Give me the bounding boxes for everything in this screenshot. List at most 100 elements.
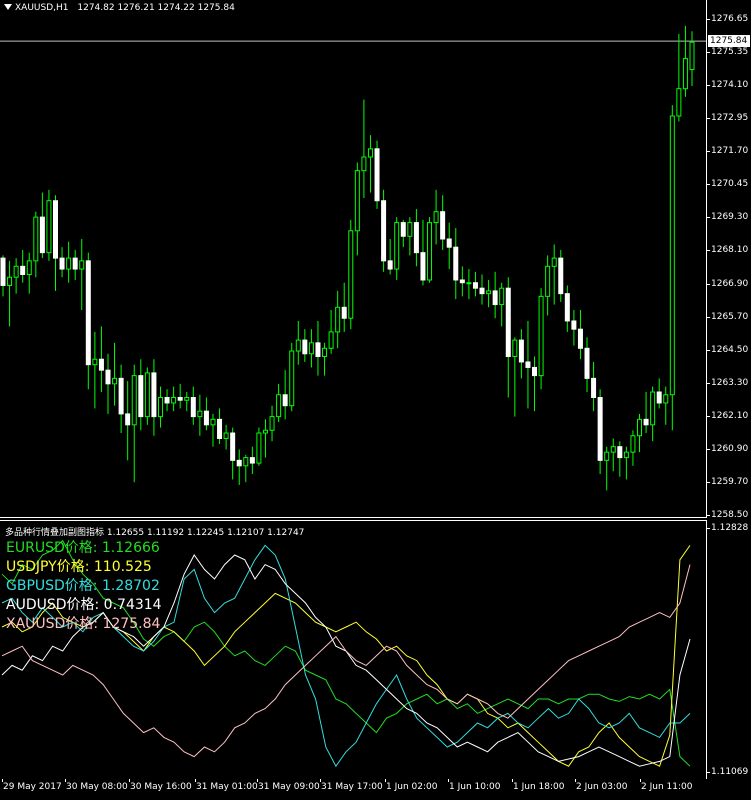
candle-body [7, 276, 13, 286]
candle-body [584, 347, 590, 379]
time-axis-label: 31 May 17:00 [321, 782, 383, 792]
candle-body [131, 375, 137, 426]
axis-tick [707, 316, 710, 318]
candle-body [341, 306, 347, 319]
axis-tick [707, 250, 710, 252]
candle-body [512, 339, 518, 357]
candle [479, 274, 485, 305]
indicator-axis-top: 1.12828 [711, 523, 749, 533]
candle [302, 329, 308, 362]
candle [499, 282, 505, 327]
indicator-axis-bottom: 1.11069 [711, 767, 749, 777]
candle-body [643, 418, 649, 426]
overlay-indicator-window[interactable]: 多品种行情叠加副图指标 1.12655 1.11192 1.12245 1.12… [0, 520, 707, 779]
price-axis-label: 1263.30 [711, 377, 749, 388]
candle [341, 282, 347, 332]
candle-body [236, 459, 242, 467]
candle-body [656, 391, 662, 404]
candle [236, 449, 242, 485]
candle-body [669, 115, 675, 396]
price-axis-label: 1275.35 [711, 47, 749, 58]
candle [604, 446, 610, 491]
candle-body [387, 260, 393, 270]
candle [472, 271, 478, 297]
candle [381, 189, 387, 272]
candle-body [617, 446, 623, 459]
axis-tick [707, 772, 710, 773]
candle [118, 364, 124, 434]
time-axis-label: 30 May 08:00 [66, 782, 128, 792]
candle [0, 255, 6, 297]
candle-body [315, 342, 321, 357]
candle [223, 424, 229, 450]
candle-body [249, 457, 255, 464]
candle-body [308, 342, 314, 355]
candle-body [210, 418, 216, 426]
candle [591, 361, 597, 412]
price-axis-label: 1259.70 [711, 476, 749, 487]
candle [46, 189, 52, 261]
candle [420, 219, 426, 286]
price-axis-label: 1265.70 [711, 311, 749, 322]
candle-body [499, 287, 505, 306]
candle-body [558, 257, 564, 295]
candle-body [354, 170, 360, 232]
candle-body [79, 260, 85, 270]
candle-body [689, 41, 695, 71]
candle [433, 189, 439, 245]
candle-body [98, 358, 104, 371]
candle-body [269, 416, 275, 431]
price-axis-label: 1276.65 [711, 14, 749, 24]
axis-tick [707, 448, 710, 450]
axis-tick [707, 52, 710, 54]
price-axis-label: 1272.95 [711, 113, 749, 124]
candlestick-plot[interactable] [0, 0, 706, 517]
candle-body [650, 391, 656, 426]
candle-body [125, 413, 131, 426]
legend-entry: USDJPY价格: 110.525 [6, 559, 152, 575]
time-axis-label: 2 Jun 11:00 [641, 782, 693, 792]
candle [440, 195, 446, 250]
candle-body [151, 372, 157, 418]
candle-body [59, 257, 65, 270]
main-price-chart[interactable]: XAUUSD,H1 1274.82 1276.21 1274.22 1275.8… [0, 0, 707, 518]
candle-body [177, 396, 183, 401]
candle [256, 427, 262, 466]
candle-body [282, 394, 288, 407]
candle [322, 342, 328, 376]
candle [210, 413, 216, 447]
candle [282, 370, 288, 420]
candle [177, 383, 183, 409]
candle-body [538, 295, 544, 377]
candle-body [623, 451, 629, 459]
candle [20, 249, 26, 283]
candle-body [663, 394, 669, 404]
candle-body [118, 377, 124, 415]
legend-entry: GBPUSD价格: 1.28702 [6, 578, 160, 594]
candle-body [328, 331, 334, 349]
candle-body [413, 222, 419, 254]
candle-body [545, 265, 551, 297]
candle [400, 219, 406, 248]
candle-body [289, 350, 295, 407]
candle [545, 255, 551, 316]
dropdown-arrow-icon[interactable] [4, 4, 12, 10]
candle [387, 238, 393, 275]
candle-body [230, 432, 236, 461]
candle-body [52, 200, 58, 259]
candle [262, 419, 268, 458]
candle-body [637, 418, 643, 437]
chart-header: XAUUSD,H1 1274.82 1276.21 1274.22 1275.8… [4, 3, 235, 13]
candle [532, 356, 538, 412]
candle [518, 329, 524, 379]
candle-body [164, 396, 170, 404]
price-axis-label: 1270.45 [711, 179, 749, 190]
candle [492, 271, 498, 319]
candle [197, 394, 203, 436]
candle [577, 310, 583, 360]
candle-body [597, 396, 603, 461]
candle [26, 252, 32, 294]
candle [79, 238, 85, 311]
candle-body [610, 446, 616, 453]
candle [190, 386, 196, 425]
